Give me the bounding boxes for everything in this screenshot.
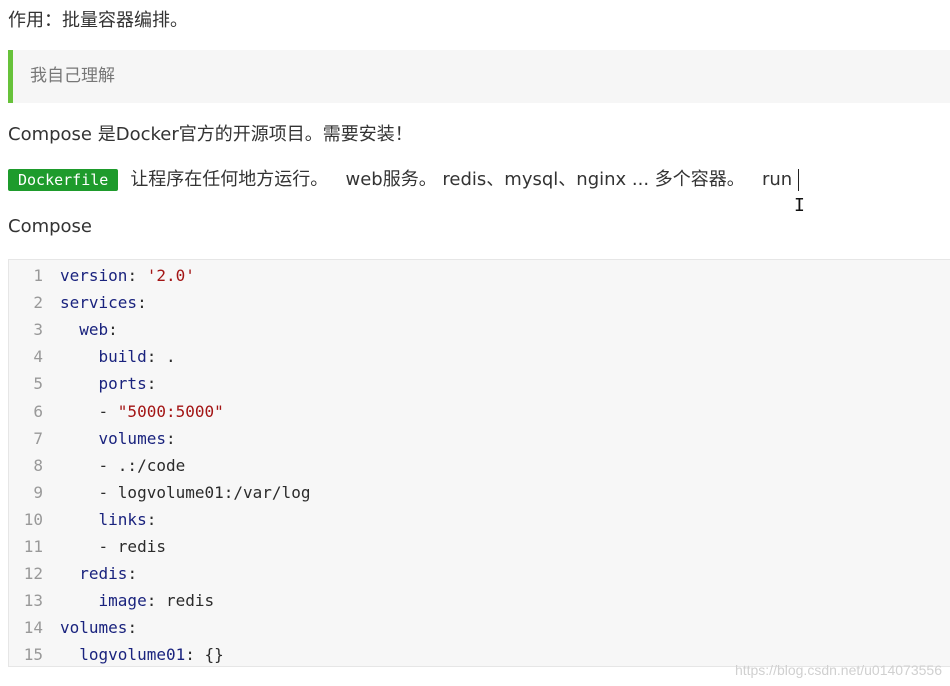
- dockerfile-line-text: 让程序在任何地方运行。 web服务。 redis、mysql、nginx ...…: [130, 169, 793, 190]
- intro-text: 作用：批量容器编排。: [8, 10, 188, 31]
- line-number: 6: [33, 401, 43, 421]
- code-line: 4 build: .: [9, 343, 176, 370]
- code-line: 5 ports:: [9, 370, 156, 397]
- yaml-value: - logvolume01:/var/log: [98, 482, 311, 502]
- yaml-value: .: [156, 347, 176, 367]
- yaml-colon: :: [127, 618, 138, 638]
- yaml-colon: :: [146, 347, 157, 367]
- code-line: 12 redis:: [9, 560, 137, 587]
- code-line: 8 - .:/code: [9, 452, 185, 479]
- line-number: 14: [23, 618, 43, 638]
- line-number: 5: [33, 374, 43, 394]
- yaml-colon: :: [127, 266, 138, 285]
- yaml-colon: :: [146, 509, 157, 529]
- yaml-value: {}: [194, 645, 224, 665]
- code-line: 1 version: '2.0': [9, 262, 195, 289]
- blockquote-text: 我自己理解: [30, 66, 115, 86]
- code-line: 13 image: redis: [9, 587, 214, 614]
- yaml-value: '2.0': [137, 266, 195, 285]
- yaml-colon: :: [146, 374, 157, 394]
- blockquote: 我自己理解: [8, 50, 950, 103]
- yaml-value: - redis: [98, 537, 166, 556]
- code-line: 10 links:: [9, 506, 157, 533]
- code-line: 2 services:: [9, 289, 147, 316]
- yaml-colon: :: [185, 645, 195, 665]
- yaml-key: volumes: [98, 428, 166, 448]
- yaml-colon: :: [146, 591, 157, 611]
- yaml-key: ports: [98, 374, 147, 394]
- dockerfile-tag: Dockerfile: [8, 169, 119, 191]
- line-number: 3: [33, 320, 43, 340]
- text-caret: [798, 169, 800, 191]
- line-number: 10: [23, 509, 43, 529]
- yaml-key: links: [98, 509, 147, 529]
- line-number: 15: [23, 645, 43, 665]
- code-line: 11 - redis: [9, 533, 166, 560]
- line-number: 13: [23, 591, 43, 611]
- yaml-value: - .:/code: [98, 455, 186, 475]
- ibeam-cursor-icon: I: [794, 195, 805, 216]
- yaml-key: version: [60, 266, 128, 285]
- yaml-value: redis: [156, 591, 215, 611]
- yaml-key: build: [98, 347, 147, 367]
- line-number: 12: [23, 564, 43, 584]
- yaml-key: redis: [79, 564, 128, 584]
- line-number: 7: [33, 428, 43, 448]
- line-number: 9: [33, 482, 43, 502]
- line-number: 1: [33, 266, 43, 285]
- code-line: 6 - "5000:5000": [9, 398, 224, 425]
- code-block[interactable]: 1 version: '2.0' 2 services: 3 web: 4 build: …: [8, 259, 950, 667]
- yaml-key: web: [79, 320, 109, 340]
- watermark: https://blog.csdn.net/u014073556: [734, 662, 942, 678]
- code-line: 9 - logvolume01:/var/log: [9, 479, 310, 506]
- yaml-value: - "5000:5000": [98, 401, 224, 421]
- code-line: 14 volumes:: [9, 614, 137, 641]
- yaml-colon: :: [127, 564, 138, 584]
- line-number: 8: [33, 455, 43, 475]
- yaml-key: volumes: [60, 618, 128, 638]
- yaml-key: logvolume01: [79, 645, 186, 665]
- compose-label: Compose: [8, 216, 93, 237]
- dockerfile-line[interactable]: Dockerfile 让程序在任何地方运行。 web服务。 redis、mysq…: [8, 167, 800, 193]
- yaml-colon: :: [137, 293, 147, 313]
- yaml-key: image: [98, 591, 147, 611]
- line-number: 2: [33, 293, 43, 313]
- yaml-key: services: [60, 293, 138, 313]
- yaml-colon: :: [108, 320, 118, 340]
- code-line: 15 logvolume01: {}: [9, 641, 224, 668]
- code-line: 3 web:: [9, 316, 118, 343]
- line-number: 11: [23, 537, 43, 556]
- compose-description: Compose 是Docker官方的开源项目。需要安装！: [8, 124, 413, 145]
- yaml-colon: :: [165, 428, 176, 448]
- line-number: 4: [33, 347, 43, 367]
- code-line: 7 volumes:: [9, 425, 176, 452]
